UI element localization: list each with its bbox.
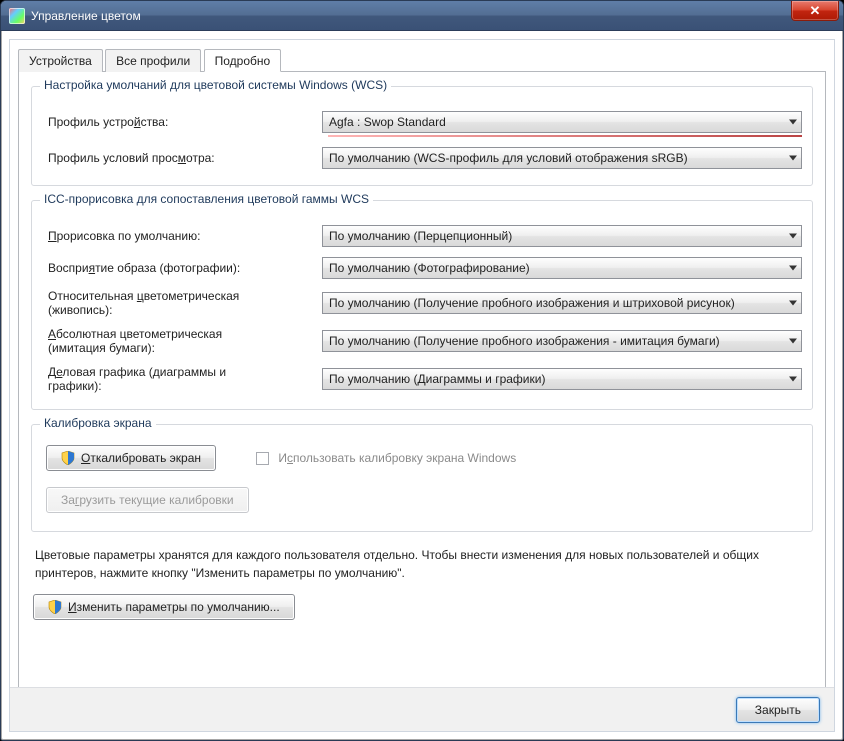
group-wcs-legend: Настройка умолчаний для цветовой системы… [40,78,391,92]
app-icon [9,8,25,24]
window-title: Управление цветом [31,9,141,23]
chevron-down-icon [789,301,797,306]
load-calibrations-label: Загрузить текущие калибровки [61,493,234,507]
business-select[interactable]: По умолчанию (Диаграммы и графики) [322,368,802,390]
rel-color-label: Относительная цветометрическая(живопись)… [42,289,322,317]
calibrate-screen-label: Откалибровать экран [81,451,201,465]
highlight-underline [328,135,802,137]
titlebar[interactable]: Управление цветом ✕ [1,1,843,31]
chevron-down-icon [789,234,797,239]
default-render-select[interactable]: По умолчанию (Перцепционный) [322,225,802,247]
close-icon: ✕ [810,3,821,19]
chevron-down-icon [789,377,797,382]
viewing-profile-label: Профиль условий просмотра: [42,151,322,165]
close-button[interactable]: Закрыть [736,697,820,723]
rel-color-select[interactable]: По умолчанию (Получение пробного изображ… [322,292,802,314]
change-defaults-button[interactable]: Изменить параметры по умолчанию... [33,594,295,620]
device-profile-label: Профиль устройства: [42,115,322,129]
chevron-down-icon [789,120,797,125]
checkbox-icon [256,452,269,465]
shield-icon [48,600,62,614]
business-label: Деловая графика (диаграммы играфики): [42,365,322,393]
tab-all-profiles[interactable]: Все профили [105,49,201,72]
tab-page-advanced: Настройка умолчаний для цветовой системы… [18,72,826,702]
abs-color-label: Абсолютная цветометрическая(имитация бум… [42,327,322,355]
group-icc-legend: ICC-прорисовка для сопоставления цветово… [40,192,373,206]
rel-color-value: По умолчанию (Получение пробного изображ… [329,296,735,310]
chevron-down-icon [789,156,797,161]
use-windows-calib-label: Использовать калибровку экрана Windows [278,451,516,465]
perception-select[interactable]: По умолчанию (Фотографирование) [322,257,802,279]
viewing-profile-value: По умолчанию (WCS-профиль для условий от… [329,151,688,165]
group-icc-render: ICC-прорисовка для сопоставления цветово… [31,200,813,410]
group-calib-legend: Калибровка экрана [40,416,156,430]
device-profile-value: Agfa : Swop Standard [329,115,446,129]
perception-label: Восприятие образа (фотографии): [42,261,322,275]
chevron-down-icon [789,339,797,344]
dialog-footer: Закрыть [10,687,834,731]
group-wcs-defaults: Настройка умолчаний для цветовой системы… [31,86,813,186]
tab-advanced[interactable]: Подробно [204,49,282,72]
group-calibration: Калибровка экрана Откалибровать экран [31,424,813,532]
abs-color-select[interactable]: По умолчанию (Получение пробного изображ… [322,330,802,352]
note-text: Цветовые параметры хранятся для каждого … [35,546,809,582]
tabstrip: Устройства Все профили Подробно [18,48,826,72]
abs-color-value: По умолчанию (Получение пробного изображ… [329,334,720,348]
window-close-button[interactable]: ✕ [791,1,839,21]
use-windows-calib-checkbox[interactable]: Использовать калибровку экрана Windows [256,451,516,465]
change-defaults-label: Изменить параметры по умолчанию... [68,600,280,614]
close-button-label: Закрыть [755,703,801,717]
color-management-window: Управление цветом ✕ Устройства Все профи… [0,0,844,741]
chevron-down-icon [789,266,797,271]
business-value: По умолчанию (Диаграммы и графики) [329,372,545,386]
shield-icon [61,451,75,465]
default-render-label: Прорисовка по умолчанию: [42,229,322,243]
client-area: Устройства Все профили Подробно Настройк… [9,39,835,732]
default-render-value: По умолчанию (Перцепционный) [329,229,512,243]
load-calibrations-button: Загрузить текущие калибровки [46,487,249,513]
perception-value: По умолчанию (Фотографирование) [329,261,530,275]
device-profile-select[interactable]: Agfa : Swop Standard [322,111,802,133]
viewing-profile-select[interactable]: По умолчанию (WCS-профиль для условий от… [322,147,802,169]
tab-devices[interactable]: Устройства [18,49,103,72]
calibrate-screen-button[interactable]: Откалибровать экран [46,445,216,471]
